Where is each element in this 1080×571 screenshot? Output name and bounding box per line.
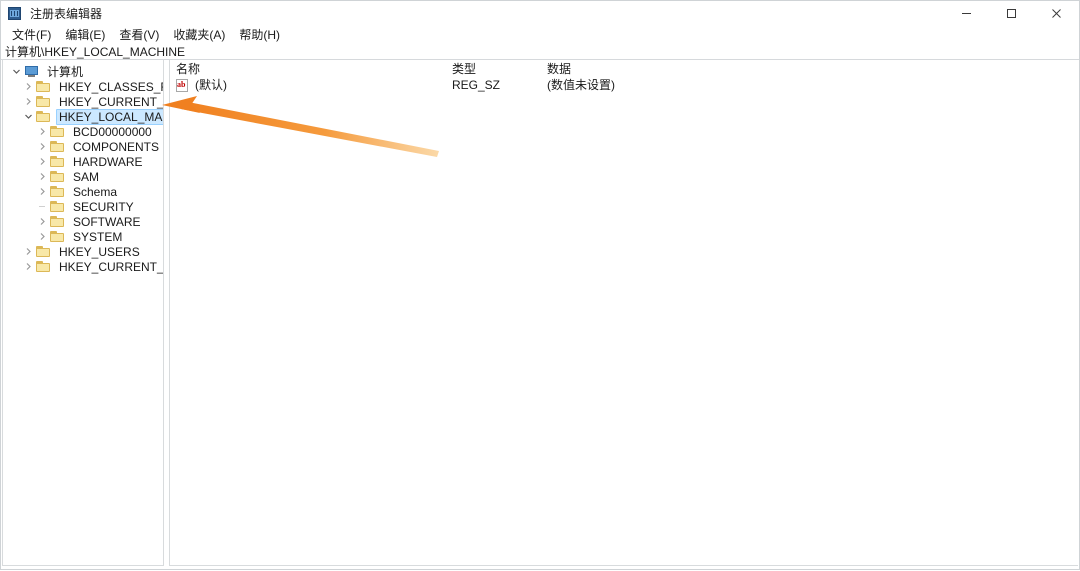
tree-item[interactable]: HKEY_CURRENT_USER xyxy=(3,94,163,109)
tree-item-label: BCD00000000 xyxy=(73,124,152,139)
tree-item[interactable]: 计算机 xyxy=(3,64,163,79)
registry-editor-window: 注册表编辑器 文件(F) 编辑(E) 查看(V) 收藏夹(A) 帮助(H) 计算… xyxy=(0,0,1080,570)
computer-icon xyxy=(24,65,40,78)
tree-item[interactable]: SECURITY xyxy=(3,199,163,214)
values-table-row[interactable]: ab (默认) REG_SZ (数值未设置) xyxy=(170,77,1078,94)
column-header-name[interactable]: 名称 xyxy=(176,62,200,76)
folder-icon xyxy=(50,185,66,198)
menu-item-view[interactable]: 查看(V) xyxy=(112,27,166,44)
tree-item-label: SOFTWARE xyxy=(73,214,141,229)
chevron-right-icon[interactable] xyxy=(35,154,50,169)
folder-icon xyxy=(50,170,66,183)
registry-values-pane: 名称 类型 数据 ab (默认) REG_SZ (数值未设置) xyxy=(169,60,1078,566)
string-value-icon: ab xyxy=(176,79,190,92)
menu-item-edit[interactable]: 编辑(E) xyxy=(58,27,112,44)
chevron-right-icon[interactable] xyxy=(35,229,50,244)
tree-item[interactable]: COMPONENTS xyxy=(3,139,163,154)
tree-item-label: SECURITY xyxy=(73,199,134,214)
tree-item-label: HKEY_CLASSES_ROOT xyxy=(59,79,163,94)
registry-tree-pane: 计算机HKEY_CLASSES_ROOTHKEY_CURRENT_USERHKE… xyxy=(2,60,164,566)
chevron-right-icon[interactable] xyxy=(21,79,36,94)
tree-item[interactable]: Schema xyxy=(3,184,163,199)
menu-item-file[interactable]: 文件(F) xyxy=(5,27,58,44)
chevron-right-icon[interactable] xyxy=(21,259,36,274)
tree-item[interactable]: BCD00000000 xyxy=(3,124,163,139)
tree-item-label: HKEY_CURRENT_CONFIG xyxy=(59,259,164,274)
chevron-right-icon[interactable] xyxy=(35,214,50,229)
tree-item[interactable]: HKEY_CLASSES_ROOT xyxy=(3,79,163,94)
tree-item-label: Schema xyxy=(73,184,118,199)
tree-item[interactable]: SOFTWARE xyxy=(3,214,163,229)
chevron-right-icon[interactable] xyxy=(21,94,36,109)
folder-icon xyxy=(50,140,66,153)
folder-icon xyxy=(50,215,66,228)
folder-icon xyxy=(36,80,52,93)
tree-item-label: HKEY_CURRENT_USER xyxy=(59,94,164,109)
tree-item[interactable]: HKEY_USERS xyxy=(3,244,163,259)
folder-icon xyxy=(36,95,52,108)
address-bar[interactable]: 计算机\HKEY_LOCAL_MACHINE xyxy=(1,44,1079,60)
tree-item-label: COMPONENTS xyxy=(73,139,160,154)
folder-icon xyxy=(50,200,66,213)
tree-item-label: SYSTEM xyxy=(73,229,123,244)
chevron-right-icon[interactable] xyxy=(35,139,50,154)
values-column-headers: 名称 类型 数据 xyxy=(170,60,1078,77)
tree-item-label: 计算机 xyxy=(47,64,84,79)
folder-icon xyxy=(50,125,66,138)
tree-item-label: SAM xyxy=(73,169,100,184)
window-title: 注册表编辑器 xyxy=(30,7,103,21)
chevron-right-icon[interactable] xyxy=(35,184,50,199)
registry-editor-icon xyxy=(7,6,23,22)
chevron-right-icon[interactable] xyxy=(21,244,36,259)
window-controls xyxy=(944,1,1079,26)
tree-item[interactable]: HKEY_LOCAL_MACHINE xyxy=(3,108,163,125)
maximize-button[interactable] xyxy=(989,1,1034,26)
tree-item[interactable]: SAM xyxy=(3,169,163,184)
folder-icon xyxy=(36,245,52,258)
content-area: 计算机HKEY_CLASSES_ROOTHKEY_CURRENT_USERHKE… xyxy=(1,60,1079,569)
registry-tree: 计算机HKEY_CLASSES_ROOTHKEY_CURRENT_USERHKE… xyxy=(3,60,163,274)
tree-item-label: HARDWARE xyxy=(73,154,143,169)
menu-item-help[interactable]: 帮助(H) xyxy=(232,27,287,44)
folder-icon xyxy=(36,260,52,273)
value-data: (数值未设置) xyxy=(547,78,615,92)
chevron-right-icon[interactable] xyxy=(35,124,50,139)
column-header-data[interactable]: 数据 xyxy=(547,62,571,76)
tree-item[interactable]: HKEY_CURRENT_CONFIG xyxy=(3,259,163,274)
values-list: ab (默认) REG_SZ (数值未设置) xyxy=(170,77,1078,94)
menu-item-favorites[interactable]: 收藏夹(A) xyxy=(166,27,232,44)
folder-icon xyxy=(50,230,66,243)
chevron-down-icon[interactable] xyxy=(9,64,24,79)
folder-icon xyxy=(36,110,52,123)
folder-icon xyxy=(50,155,66,168)
close-button[interactable] xyxy=(1034,1,1079,26)
tree-item[interactable]: SYSTEM xyxy=(3,229,163,244)
expander-placeholder xyxy=(35,199,50,214)
menu-bar: 文件(F) 编辑(E) 查看(V) 收藏夹(A) 帮助(H) xyxy=(1,26,1079,44)
value-name: (默认) xyxy=(195,78,227,92)
chevron-right-icon[interactable] xyxy=(35,169,50,184)
column-header-type[interactable]: 类型 xyxy=(452,62,476,76)
value-type: REG_SZ xyxy=(452,78,501,92)
chevron-down-icon[interactable] xyxy=(21,109,36,124)
tree-item-label: HKEY_LOCAL_MACHINE xyxy=(56,108,163,125)
minimize-button[interactable] xyxy=(944,1,989,26)
title-bar: 注册表编辑器 xyxy=(1,1,1079,26)
tree-item-label: HKEY_USERS xyxy=(59,244,140,259)
address-path: 计算机\HKEY_LOCAL_MACHINE xyxy=(5,44,186,59)
tree-item[interactable]: HARDWARE xyxy=(3,154,163,169)
